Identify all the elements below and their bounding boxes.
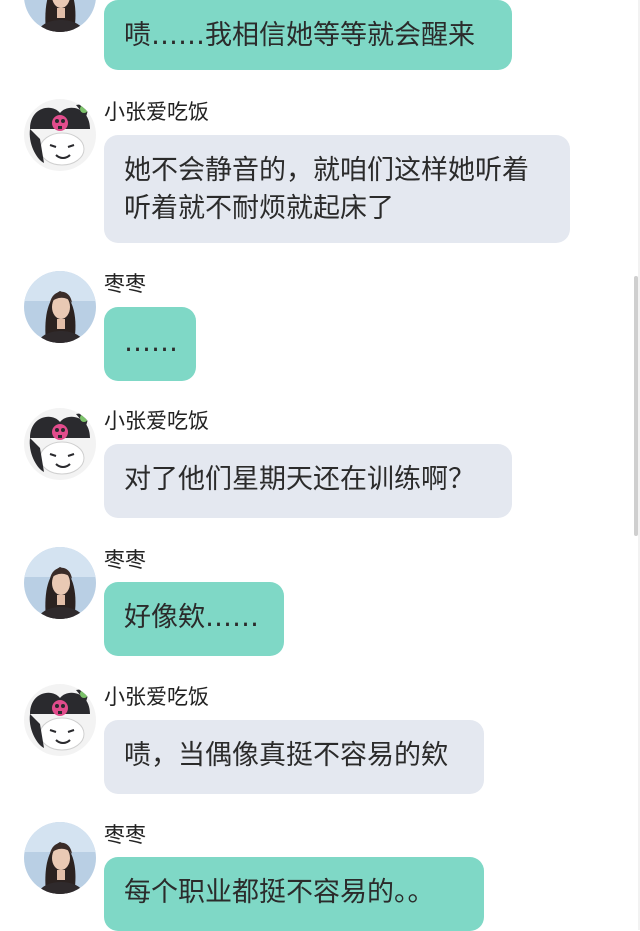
kuromi-avatar[interactable] xyxy=(24,99,96,171)
woman-portrait-icon xyxy=(24,822,96,894)
woman-portrait-icon xyxy=(24,547,96,619)
kuromi-icon xyxy=(24,408,96,480)
scrollbar[interactable] xyxy=(634,276,638,536)
woman-portrait-icon xyxy=(24,0,96,32)
sender-name: 枣枣 xyxy=(104,272,146,296)
message-bubble[interactable]: 对了他们星期天还在训练啊？ xyxy=(104,444,512,518)
woman-portrait-avatar[interactable] xyxy=(24,271,96,343)
woman-portrait-avatar[interactable] xyxy=(24,547,96,619)
woman-portrait-avatar[interactable] xyxy=(24,822,96,894)
kuromi-avatar[interactable] xyxy=(24,408,96,480)
message-bubble[interactable]: 啧……我相信她等等就会醒来 xyxy=(104,0,512,70)
kuromi-icon xyxy=(24,99,96,171)
kuromi-icon xyxy=(24,684,96,756)
message-bubble[interactable]: …… xyxy=(104,307,196,381)
woman-portrait-icon xyxy=(24,271,96,343)
sender-name: 小张爱吃饭 xyxy=(104,685,209,709)
message-bubble[interactable]: 她不会静音的，就咱们这样她听着听着就不耐烦就起床了 xyxy=(104,135,570,243)
woman-portrait-avatar[interactable] xyxy=(24,0,96,32)
chat-history[interactable]: 啧……我相信她等等就会醒来 小张爱吃饭 她不会静音的，就咱们这样她听着听着就不耐… xyxy=(0,0,640,931)
message-bubble[interactable]: 啧，当偶像真挺不容易的欸 xyxy=(104,720,484,794)
sender-name: 小张爱吃饭 xyxy=(104,100,209,124)
sender-name: 枣枣 xyxy=(104,823,146,847)
message-bubble[interactable]: 每个职业都挺不容易的。。 xyxy=(104,857,484,931)
kuromi-avatar[interactable] xyxy=(24,684,96,756)
sender-name: 小张爱吃饭 xyxy=(104,409,209,433)
sender-name: 枣枣 xyxy=(104,548,146,572)
message-bubble[interactable]: 好像欸…… xyxy=(104,582,284,656)
